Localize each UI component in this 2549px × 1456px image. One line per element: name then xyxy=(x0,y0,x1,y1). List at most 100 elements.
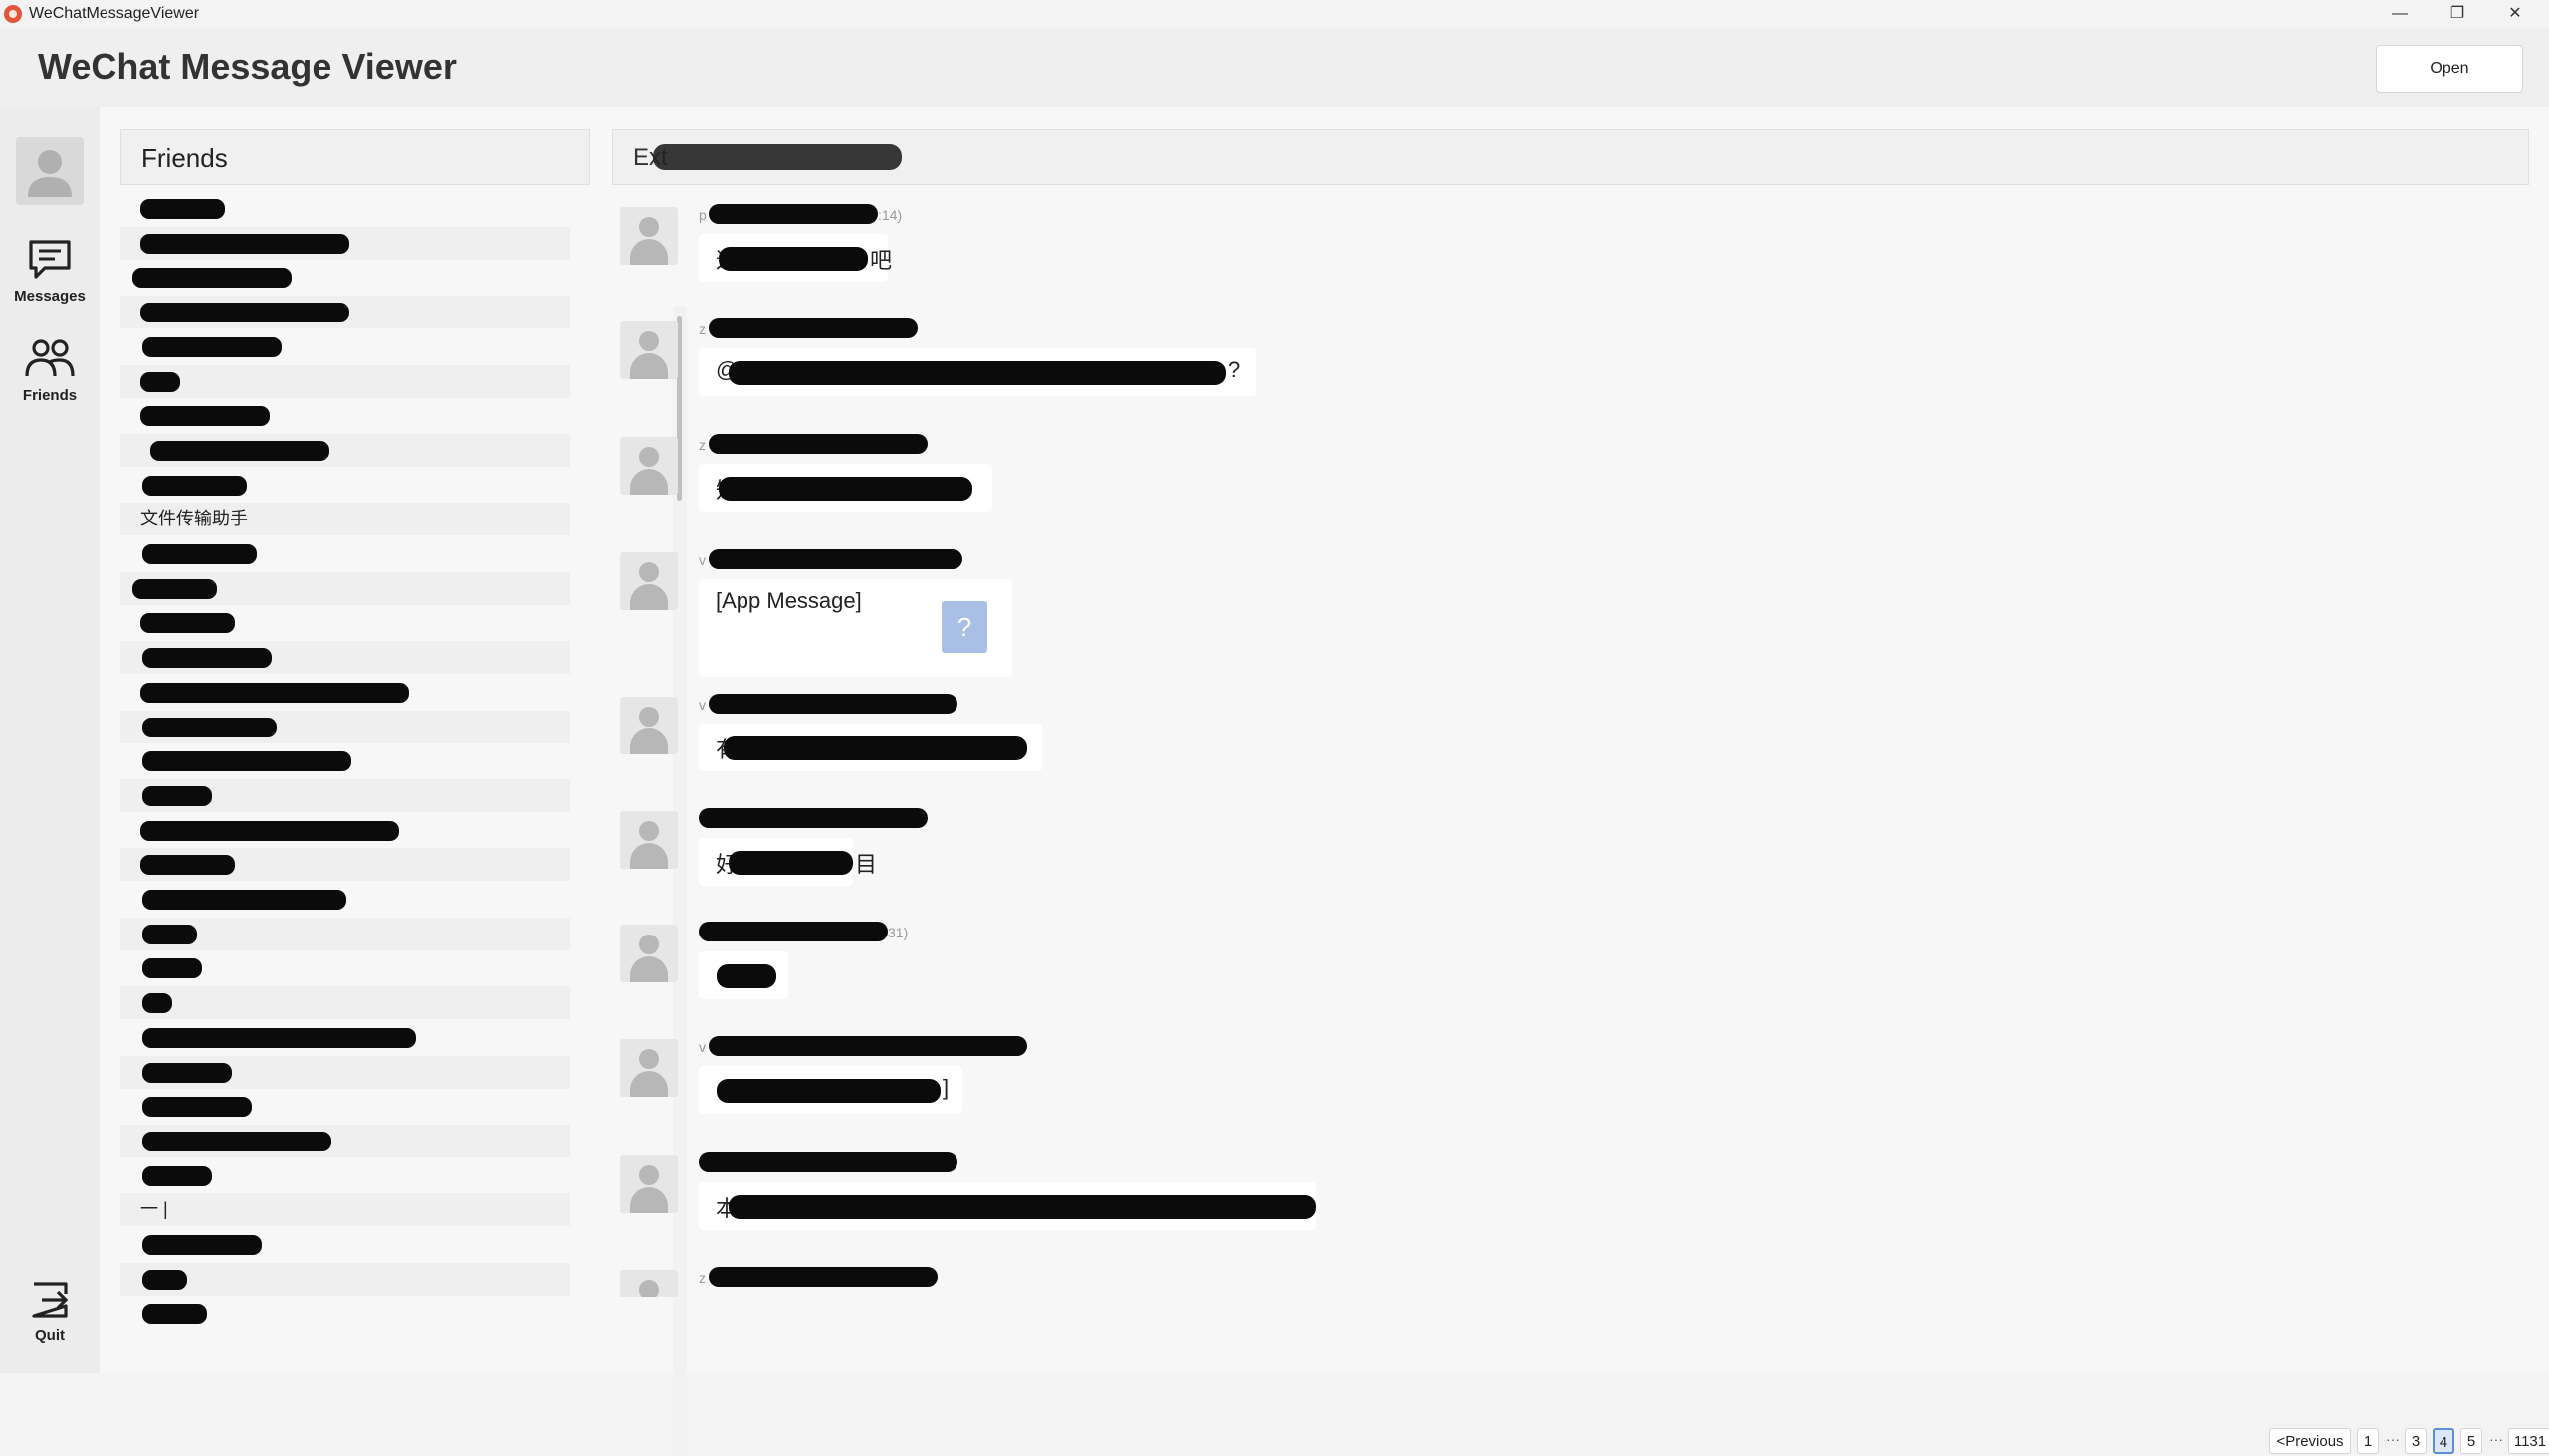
page-button[interactable]: 5 xyxy=(2460,1428,2482,1454)
redaction-mark xyxy=(653,144,902,170)
page-button[interactable]: 1 xyxy=(2357,1428,2379,1454)
avatar-icon[interactable] xyxy=(620,321,678,379)
page-button[interactable]: 1131 xyxy=(2508,1428,2549,1454)
friend-list-item[interactable] xyxy=(120,641,570,675)
redaction-mark xyxy=(142,336,282,357)
redaction-mark xyxy=(140,199,225,219)
nav-friends[interactable]: Friends xyxy=(0,338,100,404)
redaction-mark xyxy=(729,1195,1316,1219)
friend-list-item[interactable]: 一 | xyxy=(120,1193,570,1227)
friend-list-item[interactable]: 文件传输助手 xyxy=(120,503,570,536)
redaction-mark xyxy=(142,785,212,806)
friend-list-item[interactable] xyxy=(120,469,570,502)
message-sender: v xyxy=(699,1039,706,1055)
app-message-bubble[interactable]: [App Message]? xyxy=(699,579,1012,677)
friend-list-item[interactable] xyxy=(120,1090,570,1123)
friend-list-item[interactable] xyxy=(120,917,570,950)
message-bubble[interactable]: 有 xyxy=(699,724,1042,771)
page-button[interactable]: 3 xyxy=(2405,1428,2427,1454)
friend-list-item[interactable] xyxy=(120,814,570,847)
friend-list-item[interactable] xyxy=(120,951,570,984)
friend-list-item[interactable] xyxy=(120,1159,570,1192)
friend-list-item[interactable] xyxy=(120,296,570,329)
friend-list-item[interactable] xyxy=(120,986,570,1020)
open-button[interactable]: Open xyxy=(2376,45,2523,93)
friend-list-item[interactable] xyxy=(120,606,570,639)
avatar-icon[interactable] xyxy=(620,1270,678,1297)
message-bubble[interactable]: 好目 xyxy=(699,838,877,886)
redaction-mark xyxy=(709,1267,938,1287)
friend-list-item[interactable] xyxy=(120,778,570,812)
friend-list-item[interactable] xyxy=(120,330,570,363)
friend-list[interactable]: 文件传输助手一 | xyxy=(120,192,592,1358)
friend-list-item[interactable] xyxy=(120,744,570,777)
friend-list-item[interactable] xyxy=(120,1228,570,1261)
redaction-mark xyxy=(724,736,1027,760)
friend-list-item[interactable] xyxy=(120,261,570,294)
friend-list-item[interactable] xyxy=(120,226,570,260)
message-bubble[interactable] xyxy=(699,951,788,999)
avatar-icon[interactable] xyxy=(620,437,678,495)
page-button[interactable]: 4 xyxy=(2433,1428,2454,1454)
friend-list-item[interactable] xyxy=(120,883,570,916)
friend-list-item[interactable] xyxy=(120,1297,570,1330)
message-text-tail: 吧 xyxy=(870,248,893,273)
avatar-icon[interactable] xyxy=(620,552,678,610)
message-bubble[interactable]: 知 xyxy=(699,464,992,512)
message-sender: p xyxy=(699,207,707,223)
nav-messages[interactable]: Messages xyxy=(0,239,100,305)
quit-icon xyxy=(32,1282,69,1318)
quit-button[interactable]: Quit xyxy=(0,1280,100,1344)
message-bubble[interactable]: 本 xyxy=(699,1182,1316,1230)
avatar-icon[interactable] xyxy=(620,1155,678,1213)
friend-list-item[interactable] xyxy=(120,399,570,432)
redaction-mark xyxy=(729,851,853,875)
message-text-tail: ? xyxy=(1228,357,1241,382)
message-bubble[interactable]: 这吧 xyxy=(699,234,892,282)
message-text-tail: 目 xyxy=(855,852,878,877)
redaction-mark xyxy=(142,958,202,979)
close-button[interactable]: ✕ xyxy=(2486,0,2544,28)
avatar-icon[interactable] xyxy=(620,1039,678,1097)
redaction-mark xyxy=(699,1152,957,1172)
redaction-mark xyxy=(140,303,349,323)
avatar-icon[interactable] xyxy=(620,207,678,265)
pagination-ellipsis: ··· xyxy=(2489,1431,2503,1447)
friend-list-item[interactable] xyxy=(120,537,570,570)
app-header: WeChat Message Viewer Open xyxy=(0,28,2549,107)
friend-list-item[interactable] xyxy=(120,1262,570,1296)
friend-list-item[interactable] xyxy=(120,433,570,467)
user-avatar[interactable] xyxy=(16,137,84,205)
redaction-mark xyxy=(140,233,349,254)
friend-name: 文件传输助手 xyxy=(140,509,248,529)
restore-button[interactable]: ❐ xyxy=(2429,0,2486,28)
friend-list-item[interactable] xyxy=(120,1055,570,1089)
avatar-icon[interactable] xyxy=(620,697,678,754)
message-bubble[interactable]: @? xyxy=(699,348,1256,396)
message-list[interactable]: p:14)这吧z@?z知v[App Message]?v有好目31)v]本z xyxy=(612,192,2529,1297)
redaction-mark xyxy=(132,268,292,289)
window-title: WeChatMessageViewer xyxy=(29,5,200,22)
avatar-icon[interactable] xyxy=(620,925,678,982)
redaction-mark xyxy=(142,1235,262,1255)
friend-list-item[interactable] xyxy=(120,364,570,398)
redaction-mark xyxy=(142,1062,232,1083)
previous-page-button[interactable]: <Previous xyxy=(2269,1428,2351,1454)
message-bubble[interactable]: ] xyxy=(699,1066,962,1114)
redaction-mark xyxy=(709,1036,1027,1056)
friend-list-item[interactable] xyxy=(120,1021,570,1054)
minimize-button[interactable]: — xyxy=(2371,0,2429,28)
friend-list-item[interactable] xyxy=(120,848,570,882)
redaction-mark xyxy=(142,544,257,564)
redaction-mark xyxy=(142,1304,207,1325)
redaction-mark xyxy=(140,855,235,876)
avatar-icon[interactable] xyxy=(620,811,678,869)
redaction-mark xyxy=(142,751,351,772)
friend-name: 一 | xyxy=(140,1199,168,1220)
friend-list-item[interactable] xyxy=(120,1124,570,1157)
friend-list-item[interactable] xyxy=(120,571,570,605)
main-area: Friends 文件传输助手一 | Ext p:14)这吧z@?z知v[App … xyxy=(100,107,2549,1454)
friend-list-item[interactable] xyxy=(120,192,570,225)
friend-list-item[interactable] xyxy=(120,676,570,709)
friend-list-item[interactable] xyxy=(120,710,570,743)
